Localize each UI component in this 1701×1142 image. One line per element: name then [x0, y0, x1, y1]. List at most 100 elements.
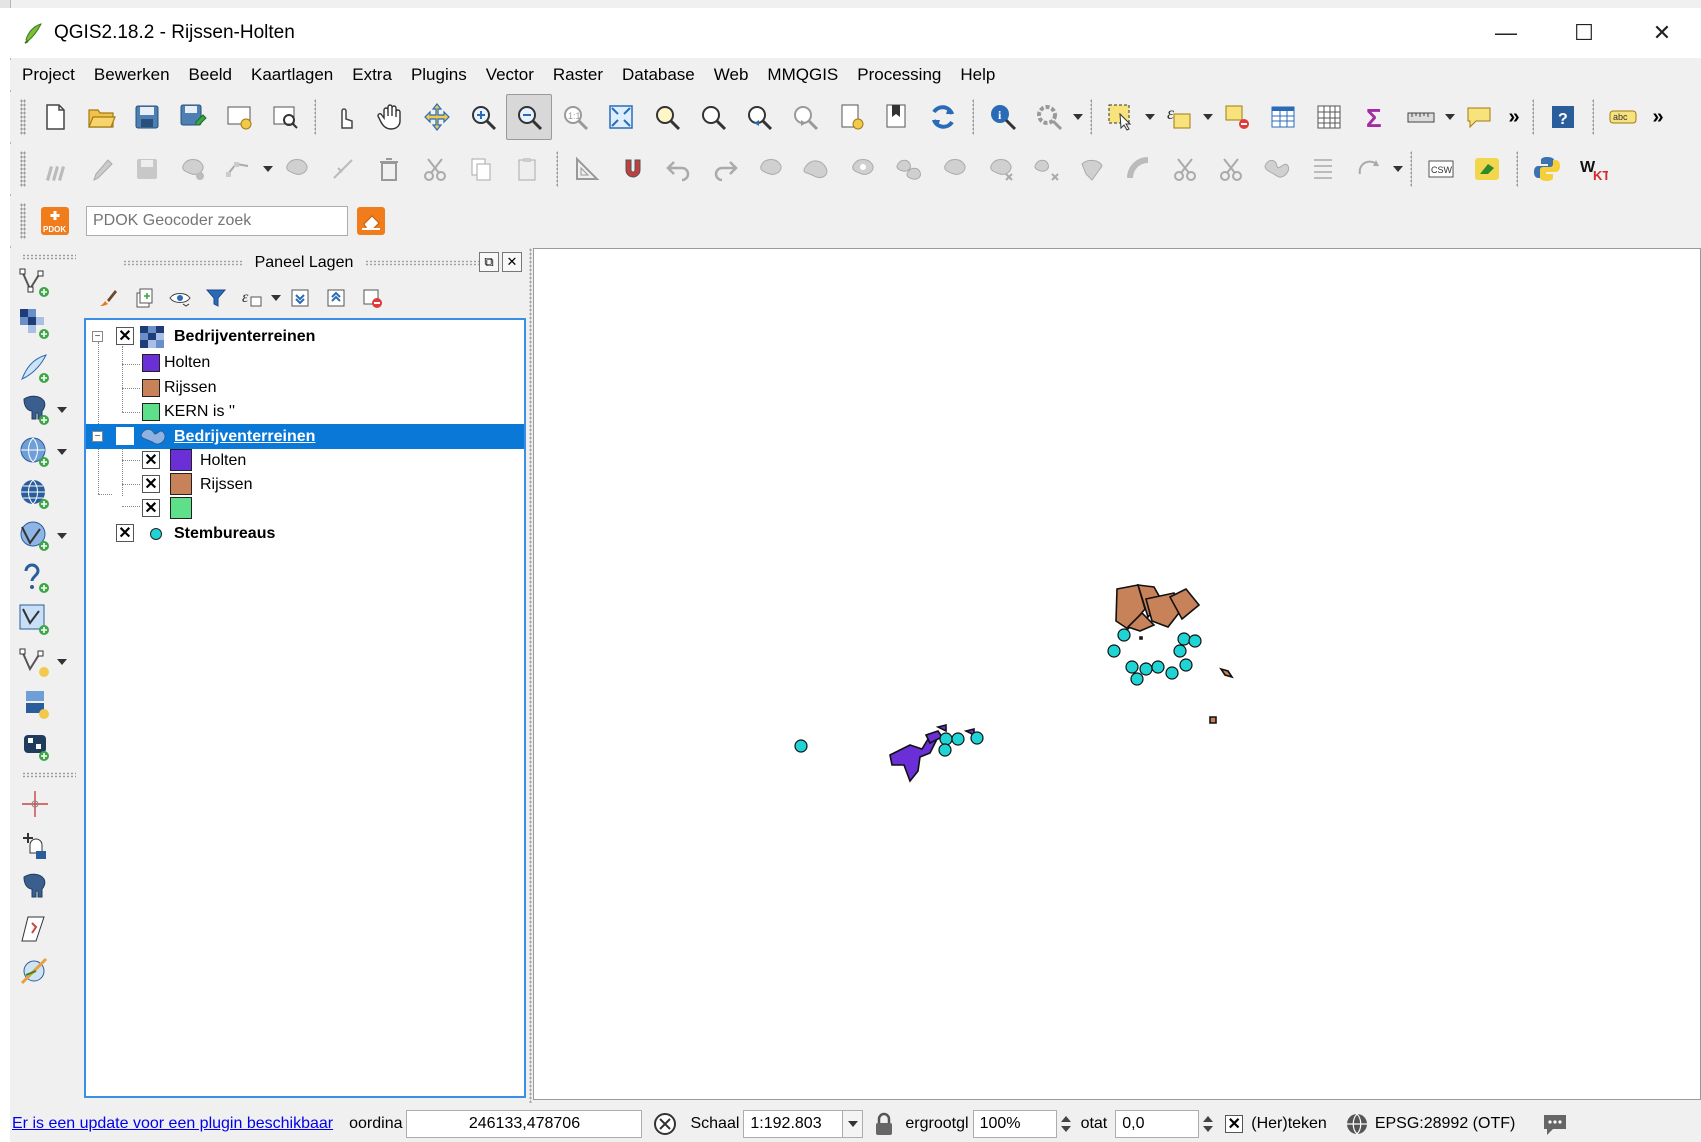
refresh-button[interactable]: [920, 94, 966, 140]
select-by-expression-dropdown[interactable]: [1202, 94, 1214, 140]
add-group-button[interactable]: [126, 281, 162, 315]
move-feature-button[interactable]: [274, 146, 320, 192]
new-map-view-button[interactable]: [828, 94, 874, 140]
render-checkbox[interactable]: ✕: [1225, 1115, 1244, 1133]
add-postgis-raster-button[interactable]: [18, 868, 74, 908]
delete-ring-button[interactable]: [978, 146, 1024, 192]
scale-dropdown-arrow[interactable]: [843, 1110, 864, 1138]
collapse-toggle[interactable]: −: [92, 431, 103, 442]
add-wms-layer-button[interactable]: [18, 432, 74, 472]
add-raster-layer-button[interactable]: [18, 304, 74, 344]
scale-combobox[interactable]: 1:192.803: [743, 1110, 844, 1138]
current-edits-button[interactable]: [32, 146, 78, 192]
rotate-label-button[interactable]: [1346, 146, 1392, 192]
filter-expression-dropdown[interactable]: [270, 275, 282, 321]
select-by-expression-button[interactable]: ε: [1156, 94, 1202, 140]
deselect-features-button[interactable]: [1214, 94, 1260, 140]
legend-item-holten[interactable]: Holten: [86, 351, 524, 376]
new-layer-dropdown[interactable]: [56, 642, 68, 682]
add-ring-button[interactable]: [840, 146, 886, 192]
menu-extra[interactable]: Extra: [352, 65, 392, 85]
simplify-feature-button[interactable]: [794, 146, 840, 192]
pdok-geocoder-input[interactable]: [86, 206, 348, 236]
filter-legend-button[interactable]: [198, 281, 234, 315]
layer-tree[interactable]: − ✕ Bedrijventerreinen Holten Rijssen KE…: [84, 318, 526, 1098]
delete-selected-button[interactable]: [366, 146, 412, 192]
crs-globe-icon[interactable]: [1345, 1112, 1369, 1136]
toolbar-grip[interactable]: [20, 99, 26, 135]
add-wms-dropdown[interactable]: [56, 432, 68, 472]
paste-features-button[interactable]: [504, 146, 550, 192]
zoom-next-button[interactable]: [782, 94, 828, 140]
python-console-button[interactable]: [1524, 146, 1570, 192]
collapse-toggle[interactable]: −: [92, 331, 103, 342]
fill-ring-button[interactable]: [932, 146, 978, 192]
split-features-button[interactable]: [1162, 146, 1208, 192]
measure-line-button[interactable]: [1398, 94, 1444, 140]
legend-item-kern-empty[interactable]: KERN is '': [86, 400, 524, 425]
toolbar-overflow-button[interactable]: »: [1502, 106, 1526, 129]
menu-help[interactable]: Help: [960, 65, 995, 85]
class-visibility-checkbox[interactable]: ✕: [142, 499, 160, 517]
add-wfs-layer-button[interactable]: [18, 516, 74, 556]
coordinate-field[interactable]: 246133,478706: [406, 1110, 643, 1138]
zoom-to-selection-button[interactable]: [644, 94, 690, 140]
node-tool-button[interactable]: [216, 146, 262, 192]
composer-manager-button[interactable]: [262, 94, 308, 140]
menu-mmqgis[interactable]: MMQGIS: [767, 65, 838, 85]
open-project-button[interactable]: [78, 94, 124, 140]
panel-float-button[interactable]: ⧉: [479, 252, 499, 272]
add-virtual-layer-button[interactable]: [18, 726, 74, 766]
run-action-dropdown[interactable]: [1072, 94, 1084, 140]
menu-processing[interactable]: Processing: [857, 65, 941, 85]
add-mssql-layer-button[interactable]: [18, 600, 74, 640]
menu-plugins[interactable]: Plugins: [411, 65, 467, 85]
cut-features-button[interactable]: [412, 146, 458, 192]
save-edits-button[interactable]: [124, 146, 170, 192]
new-shapefile-layer-button[interactable]: [18, 642, 74, 682]
rotate-feature-button[interactable]: [748, 146, 794, 192]
advanced-digitizing-button[interactable]: [564, 146, 610, 192]
layer-visibility-checkbox[interactable]: [116, 427, 134, 445]
panel-close-button[interactable]: ✕: [502, 252, 522, 272]
split-parts-button[interactable]: [1208, 146, 1254, 192]
toolbar-grip[interactable]: [22, 772, 76, 778]
plugin-button-green[interactable]: [1464, 146, 1510, 192]
add-postgis-dropdown[interactable]: [56, 390, 68, 430]
layer-visibility-checkbox[interactable]: ✕: [116, 327, 134, 345]
maximize-button[interactable]: ☐: [1545, 8, 1623, 58]
add-postgis-layer-button[interactable]: [18, 390, 74, 430]
legend-item-other[interactable]: ✕: [86, 496, 524, 521]
save-as-button[interactable]: [170, 94, 216, 140]
magnifier-spinner[interactable]: [1057, 1110, 1075, 1138]
menu-raster[interactable]: Raster: [553, 65, 603, 85]
rotate-label-dropdown[interactable]: [1392, 146, 1404, 192]
zoom-to-layer-button[interactable]: [690, 94, 736, 140]
messages-icon[interactable]: [1541, 1111, 1569, 1137]
plugin-update-link[interactable]: Er is een update voor een plugin beschik…: [12, 1115, 333, 1133]
field-calculator-button[interactable]: [1306, 94, 1352, 140]
layer-visibility-checkbox[interactable]: ✕: [116, 524, 134, 542]
pan-to-selection-button[interactable]: [414, 94, 460, 140]
select-features-button[interactable]: [1098, 94, 1144, 140]
toolbar-overflow-button-2[interactable]: »: [1646, 106, 1670, 129]
advanced-digitize-target-button[interactable]: [18, 784, 74, 824]
layer-stembureaus[interactable]: ✕ Stembureaus: [86, 521, 524, 546]
pdok-services-button[interactable]: PDOK: [32, 198, 78, 244]
filter-by-expression-button[interactable]: ε: [234, 281, 270, 315]
copy-features-button[interactable]: [458, 146, 504, 192]
crs-label[interactable]: EPSG:28992 (OTF): [1375, 1115, 1516, 1133]
spin-down-icon[interactable]: [1203, 1126, 1214, 1132]
layers-panel-header[interactable]: Paneel Lagen: [82, 248, 526, 278]
legend-item-holten-2[interactable]: ✕ Holten: [86, 448, 524, 473]
redo-button[interactable]: [702, 146, 748, 192]
magnifier-field[interactable]: 100%: [972, 1110, 1057, 1138]
touch-zoom-button[interactable]: [322, 94, 368, 140]
snapping-button[interactable]: [610, 146, 656, 192]
spin-down-icon[interactable]: [1060, 1126, 1071, 1132]
legend-item-rijssen[interactable]: Rijssen: [86, 376, 524, 401]
zoom-out-button[interactable]: [506, 94, 552, 140]
add-part-button[interactable]: [886, 146, 932, 192]
statistical-summary-button[interactable]: Σ: [1352, 94, 1398, 140]
zoom-last-button[interactable]: [736, 94, 782, 140]
